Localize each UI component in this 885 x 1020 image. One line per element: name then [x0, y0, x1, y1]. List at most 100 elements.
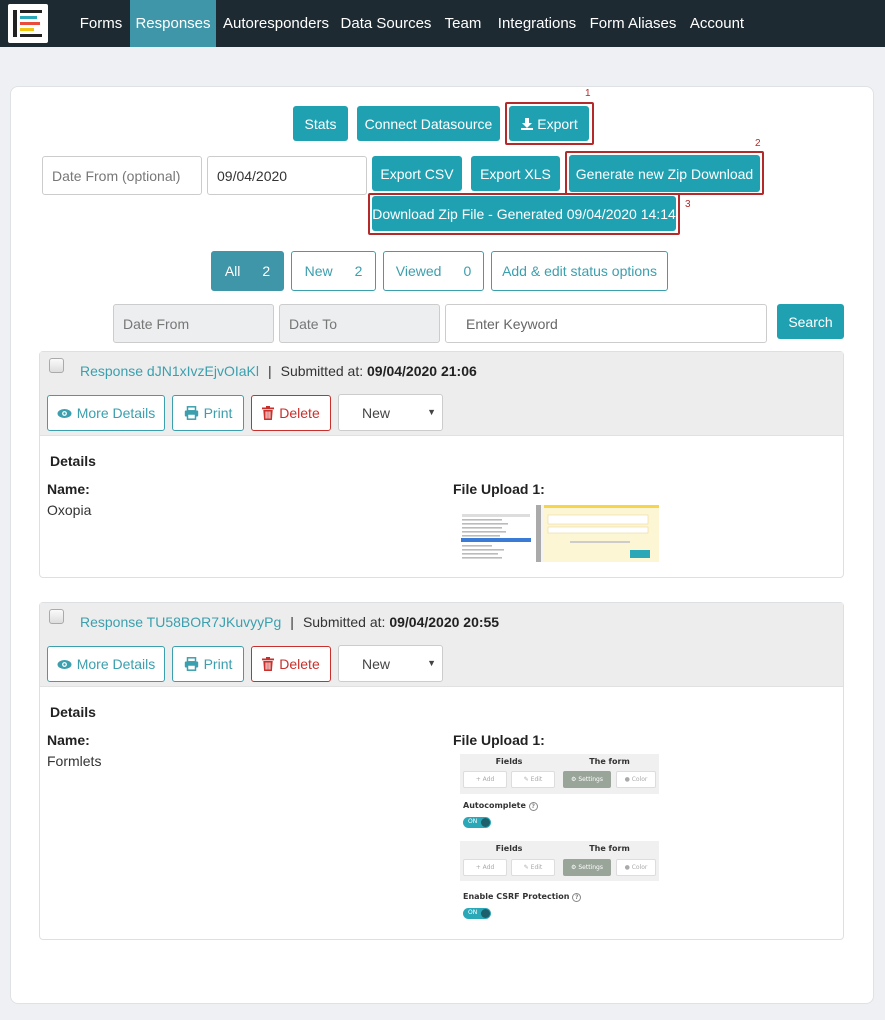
name-value: Formlets: [47, 753, 102, 769]
response-select-checkbox[interactable]: [49, 609, 64, 624]
export-csv-button[interactable]: Export CSV: [372, 156, 462, 191]
search-button[interactable]: Search: [777, 304, 844, 339]
thumb-csrf-toggle: ON: [463, 908, 491, 919]
details-heading: Details: [50, 453, 96, 469]
details-heading: Details: [50, 704, 96, 720]
print-icon: [184, 406, 199, 420]
trash-icon: [262, 657, 275, 671]
delete-button[interactable]: Delete: [251, 395, 331, 431]
thumb-autocomplete-toggle: ON: [463, 817, 491, 828]
more-details-button[interactable]: More Details: [47, 395, 165, 431]
thumb-edit-button: ✎ Edit: [511, 859, 555, 876]
connect-datasource-button[interactable]: Connect Datasource: [357, 106, 500, 141]
filter-tab-viewed[interactable]: Viewed 0: [383, 251, 484, 291]
response-item: Response TU58BOR7JKuvyyPg | Submitted at: …: [39, 602, 844, 940]
response-header: Response TU58BOR7JKuvyyPg | Submitted at: …: [40, 603, 843, 687]
thumb-color-button: ● Color: [616, 859, 656, 876]
response-item: Response dJN1xIvzEjvOIaKl | Submitted at: …: [39, 351, 844, 578]
status-select[interactable]: New ▼: [338, 394, 443, 431]
status-select-value: New: [362, 655, 391, 672]
thumb-add-button: + Add: [463, 859, 507, 876]
more-details-label: More Details: [76, 656, 156, 672]
response-id-link[interactable]: Response dJN1xIvzEjvOIaKl: [80, 363, 259, 379]
print-icon: [184, 657, 199, 671]
thumb-autocomplete-label: Autocomplete ?: [463, 801, 538, 811]
caret-down-icon: ▼: [427, 658, 436, 668]
export-date-to-input[interactable]: 09/04/2020: [207, 156, 367, 195]
highlight-box-2: [565, 151, 764, 195]
filter-tab-viewed-count: 0: [463, 263, 472, 279]
filter-tab-all-count: 2: [262, 263, 271, 279]
eye-icon: [57, 408, 72, 419]
file-upload-label: File Upload 1:: [453, 732, 545, 748]
thumb-color-button: ● Color: [616, 771, 656, 788]
callout-2: 2: [755, 138, 761, 149]
thumb-fields-label: Fields: [495, 757, 523, 766]
thumb-csrf-label: Enable CSRF Protection ?: [463, 892, 582, 902]
more-details-label: More Details: [76, 405, 156, 421]
thumb-settings-button: ⚙ Settings: [563, 859, 611, 876]
nav-autoresponders[interactable]: Autoresponders: [216, 0, 336, 47]
print-button[interactable]: Print: [172, 395, 244, 431]
export-xls-button[interactable]: Export XLS: [471, 156, 560, 191]
response-header: Response dJN1xIvzEjvOIaKl | Submitted at: …: [40, 352, 843, 436]
delete-label: Delete: [279, 656, 320, 672]
submitted-at: 09/04/2020 20:55: [389, 614, 500, 630]
submitted-at: 09/04/2020 21:06: [367, 363, 477, 379]
status-select-value: New: [362, 404, 391, 421]
name-value: Oxopia: [47, 502, 92, 518]
print-label: Print: [203, 405, 233, 421]
response-title: Response TU58BOR7JKuvyyPg | Submitted at: …: [80, 614, 500, 630]
filter-date-to-input[interactable]: Date To: [279, 304, 440, 343]
nav-responses[interactable]: Responses: [130, 0, 216, 47]
name-label: Name:: [47, 732, 90, 748]
thumb-settings-button: ⚙ Settings: [563, 771, 611, 788]
thumb-edit-button: ✎ Edit: [511, 771, 555, 788]
keyword-search-input[interactable]: Enter Keyword: [445, 304, 767, 343]
eye-icon: [57, 659, 72, 670]
print-button[interactable]: Print: [172, 646, 244, 682]
filter-tab-all-label: All: [224, 263, 241, 279]
nav-data-sources[interactable]: Data Sources: [336, 0, 436, 47]
edit-status-options-button[interactable]: Add & edit status options: [491, 251, 668, 291]
highlight-box-3: [368, 193, 680, 235]
nav-team[interactable]: Team: [436, 0, 490, 47]
file-upload-label: File Upload 1:: [453, 481, 545, 497]
print-label: Print: [203, 656, 233, 672]
file-upload-thumbnail[interactable]: Fields The form + Add ✎ Edit ⚙ Settings …: [460, 754, 659, 921]
filter-date-from-input[interactable]: Date From: [113, 304, 274, 343]
nav-form-aliases[interactable]: Form Aliases: [584, 0, 682, 47]
stats-button[interactable]: Stats: [293, 106, 348, 141]
delete-label: Delete: [279, 405, 320, 421]
name-label: Name:: [47, 481, 90, 497]
thumb-form-label: The form: [589, 844, 630, 853]
status-select[interactable]: New ▼: [338, 645, 443, 682]
response-select-checkbox[interactable]: [49, 358, 64, 373]
nav-account[interactable]: Account: [682, 0, 752, 47]
callout-3: 3: [685, 199, 691, 210]
callout-1: 1: [585, 88, 591, 99]
response-id-link[interactable]: Response TU58BOR7JKuvyyPg: [80, 614, 281, 630]
filter-tab-new-label: New: [304, 263, 333, 279]
nav-integrations[interactable]: Integrations: [490, 0, 584, 47]
caret-down-icon: ▼: [427, 407, 436, 417]
delete-button[interactable]: Delete: [251, 646, 331, 682]
trash-icon: [262, 406, 275, 420]
thumb-form-label: The form: [589, 757, 630, 766]
response-title: Response dJN1xIvzEjvOIaKl | Submitted at: …: [80, 363, 477, 379]
filter-tab-all[interactable]: All 2: [211, 251, 284, 291]
more-details-button[interactable]: More Details: [47, 646, 165, 682]
submitted-label: Submitted at:: [280, 363, 364, 379]
filter-tab-new[interactable]: New 2: [291, 251, 376, 291]
app-logo[interactable]: [8, 4, 48, 43]
nav-forms[interactable]: Forms: [68, 0, 134, 47]
filter-tab-new-count: 2: [354, 263, 363, 279]
highlight-box-1: [505, 102, 594, 145]
submitted-label: Submitted at:: [302, 614, 386, 630]
top-navbar: Forms Responses Autoresponders Data Sour…: [0, 0, 885, 47]
thumb-add-button: + Add: [463, 771, 507, 788]
file-upload-thumbnail[interactable]: [460, 505, 659, 562]
filter-tab-viewed-label: Viewed: [395, 263, 442, 279]
thumb-fields-label: Fields: [495, 844, 523, 853]
export-date-from-input[interactable]: Date From (optional): [42, 156, 202, 195]
